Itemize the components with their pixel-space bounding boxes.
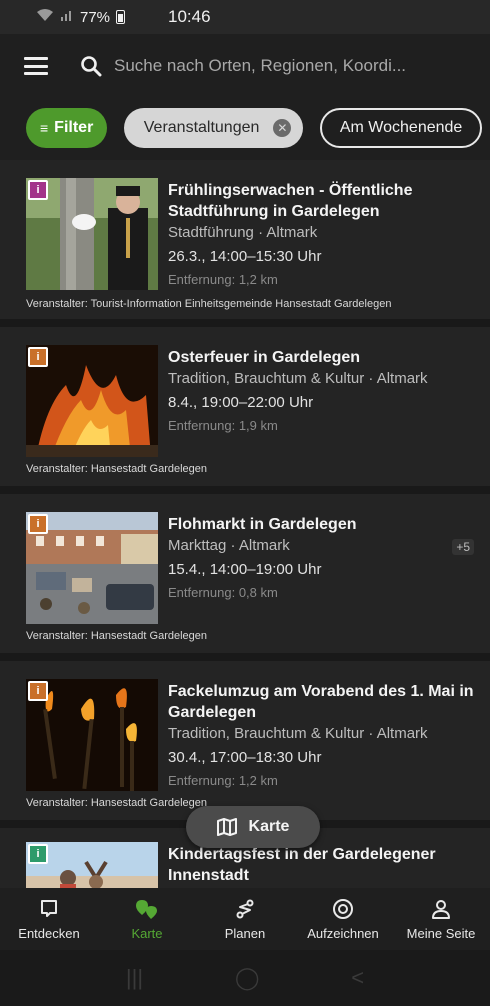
bottom-navigation: Entdecken Karte Planen Aufzeichnen Meine… [0,888,490,950]
filter-label: Filter [54,119,94,136]
event-type-badge: i [28,347,48,367]
nav-meine-seite[interactable]: Meine Seite [392,888,490,950]
map-pins-icon [136,899,157,919]
nav-label: Aufzeichnen [307,925,379,941]
nav-label: Karte [131,925,163,941]
chip-label: Am Wochenende [339,119,463,136]
event-title: Frühlingserwachen - Öffentliche Stadtfüh… [168,182,413,220]
event-organizer: Veranstalter: Hansestadt Gardelegen [26,630,208,642]
status-bar: 10:46 77% [0,0,490,34]
event-organizer: Veranstalter: Tourist-Information Einhei… [26,298,392,310]
sliders-icon: ≡ [40,120,49,136]
nav-label: Entdecken [18,925,80,941]
event-type-badge: i [28,514,48,534]
remove-chip-icon[interactable]: ✕ [273,119,292,137]
event-thumbnail: i [26,679,158,791]
event-list: i Frühlingserwachen - Öffentliche Stadtf… [0,160,490,898]
back-icon[interactable]: < [351,965,364,991]
search-input[interactable]: Suche nach Orten, Regionen, Koordi... [114,56,406,76]
event-thumbnail: i [26,345,158,457]
message-square-icon [41,899,57,917]
map-icon [216,818,237,836]
search-icon[interactable] [80,55,102,77]
event-card[interactable]: i Fackelumzug am Vorabend des 1. Mai in … [0,661,490,828]
event-type-badge: i [28,180,48,200]
status-icons: 77% [36,8,126,26]
nav-planen[interactable]: Planen [196,888,294,950]
chip-am-wochenende[interactable]: Am Wochenende [319,108,483,148]
event-thumbnail: i [26,178,158,290]
user-icon [432,899,450,919]
signal-icon [60,8,74,26]
event-organizer: Veranstalter: Hansestadt Gardelegen [26,463,208,475]
nav-aufzeichnen[interactable]: Aufzeichnen [294,888,392,950]
top-search-bar: Suche nach Orten, Regionen, Koordi... [0,34,490,98]
event-organizer: Veranstalter: Hansestadt Gardelegen [26,797,208,809]
event-time: 26.3., 14:00–15:30 Uhr [168,248,322,265]
event-time: 8.4., 19:00–22:00 Uhr [168,394,314,411]
record-icon [333,898,353,919]
event-type-badge: i [28,681,48,701]
event-title: Fackelumzug am Vorabend des 1. Mai in Ga… [168,683,474,721]
event-distance: Entfernung: 1,2 km [168,272,278,287]
chip-veranstaltungen[interactable]: Veranstaltungen ✕ [123,108,304,148]
chip-label: Veranstaltungen [143,119,260,136]
status-time: 10:46 [168,7,211,26]
more-dates-badge: +5 [452,539,474,555]
event-title: Kindertagsfest in der Gardelegener Innen… [168,846,436,884]
wifi-icon [36,8,54,26]
event-thumbnail: i [26,512,158,624]
event-type-badge: i [28,844,48,864]
home-icon[interactable]: ◯ [235,965,260,991]
battery-icon [116,10,126,24]
route-icon [236,899,254,918]
event-card[interactable]: i Frühlingserwachen - Öffentliche Stadtf… [0,160,490,327]
filter-chips: ≡ Filter Veranstaltungen ✕ Am Wochenende [0,108,490,152]
event-category: Tradition, Brauchtum & Kultur · Altmark [168,725,428,742]
map-button-label: Karte [248,818,290,835]
event-card[interactable]: i Osterfeuer in Gardelegen Tradition, Br… [0,327,490,494]
filter-button[interactable]: ≡ Filter [26,108,108,148]
nav-label: Meine Seite [406,925,476,941]
menu-icon[interactable] [24,57,48,75]
event-distance: Entfernung: 1,2 km [168,773,278,788]
system-navigation-bar: ||| ◯ < [0,950,490,1006]
battery-percent: 77% [80,8,111,26]
nav-karte[interactable]: Karte [98,888,196,950]
event-category: Stadtführung · Altmark [168,224,318,241]
event-category: Markttag · Altmark [168,537,290,554]
event-title: Osterfeuer in Gardelegen [168,349,361,366]
event-category: Tradition, Brauchtum & Kultur · Altmark [168,370,428,387]
event-card[interactable]: i Flohmarkt in Gardelegen Markttag · Alt… [0,494,490,661]
event-title: Flohmarkt in Gardelegen [168,516,357,533]
nav-entdecken[interactable]: Entdecken [0,888,98,950]
nav-label: Planen [224,925,266,941]
recent-apps-icon[interactable]: ||| [126,965,143,991]
event-distance: Entfernung: 1,9 km [168,418,278,433]
event-time: 15.4., 14:00–19:00 Uhr [168,561,322,578]
event-distance: Entfernung: 0,8 km [168,585,278,600]
map-toggle-button[interactable]: Karte [186,806,320,848]
event-time: 30.4., 17:00–18:30 Uhr [168,749,322,766]
